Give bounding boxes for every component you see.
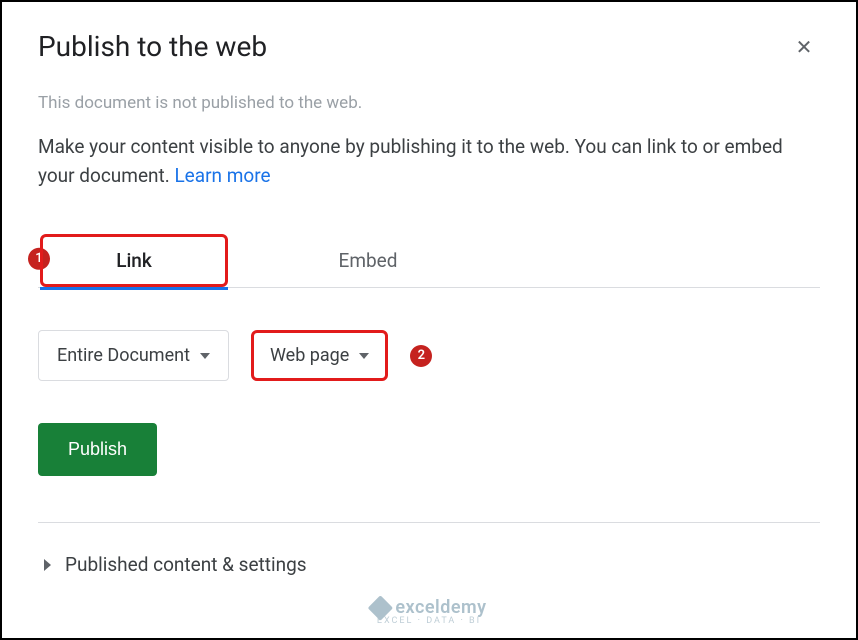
- tab-embed[interactable]: Embed: [238, 237, 498, 284]
- scope-select-value: Entire Document: [57, 345, 190, 366]
- watermark: exceldemy EXCEL · DATA · BI: [371, 597, 486, 626]
- divider: [38, 522, 820, 523]
- close-icon: ✕: [796, 35, 813, 59]
- callout-badge-2: 2: [410, 345, 432, 367]
- dialog-title: Publish to the web: [38, 30, 267, 63]
- tab-link-label: Link: [116, 249, 152, 272]
- close-button[interactable]: ✕: [788, 31, 820, 63]
- publish-button-label: Publish: [68, 439, 127, 459]
- watermark-brand: exceldemy: [395, 597, 486, 618]
- chevron-down-icon: [359, 353, 369, 359]
- published-settings-expander[interactable]: Published content & settings: [38, 553, 820, 576]
- chevron-right-icon: [44, 559, 51, 571]
- publish-dialog: Publish to the web ✕ This document is no…: [2, 2, 856, 576]
- scope-select[interactable]: Entire Document: [38, 330, 229, 381]
- tabs: 1 Link Embed: [38, 234, 820, 288]
- dialog-description: Make your content visible to anyone by p…: [38, 133, 820, 190]
- publish-options: Entire Document Web page 2: [38, 330, 820, 381]
- published-settings-label: Published content & settings: [65, 553, 307, 576]
- dialog-header: Publish to the web ✕: [38, 30, 820, 63]
- cube-icon: [368, 595, 393, 620]
- chevron-down-icon: [200, 353, 210, 359]
- watermark-sub: EXCEL · DATA · BI: [377, 616, 481, 626]
- tab-embed-label: Embed: [339, 249, 398, 272]
- publish-button[interactable]: Publish: [38, 423, 157, 476]
- publish-status: This document is not published to the we…: [38, 93, 820, 113]
- description-text: Make your content visible to anyone by p…: [38, 135, 783, 187]
- tab-link[interactable]: Link: [40, 234, 228, 287]
- learn-more-link[interactable]: Learn more: [174, 164, 270, 187]
- format-select-value: Web page: [270, 345, 349, 366]
- format-select[interactable]: Web page: [251, 330, 388, 381]
